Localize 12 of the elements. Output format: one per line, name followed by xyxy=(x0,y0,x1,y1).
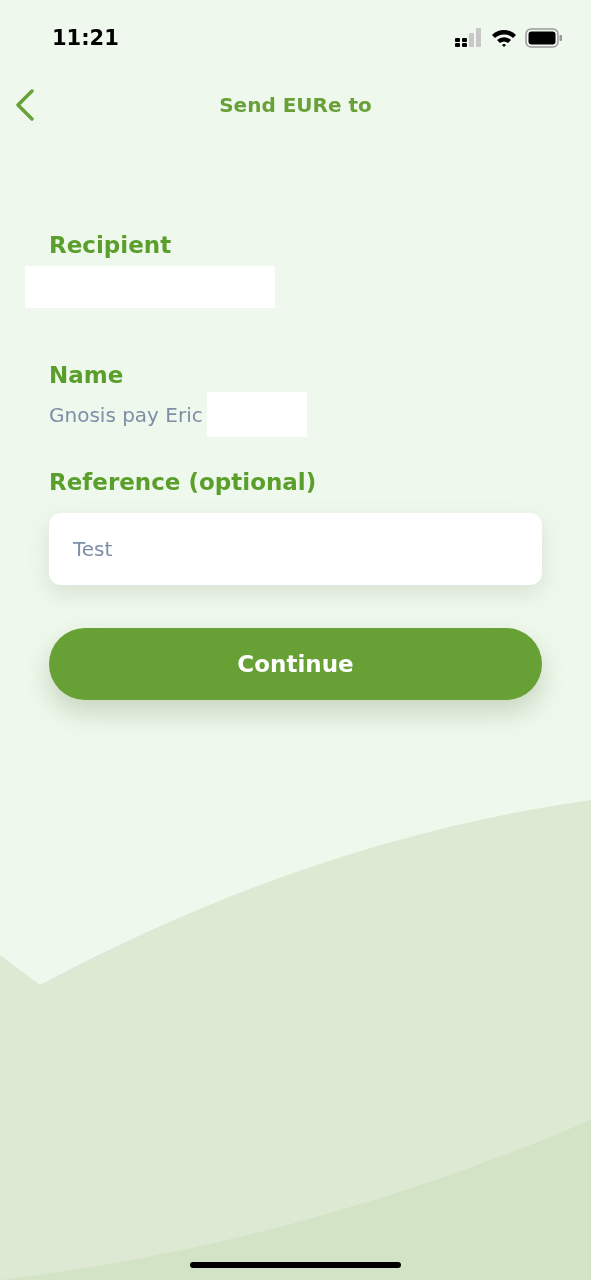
field-label: Reference (optional) xyxy=(49,468,318,497)
signal-icon xyxy=(455,28,483,48)
battery-icon xyxy=(525,28,563,48)
back-icon xyxy=(15,89,35,121)
field-label: Name xyxy=(49,361,125,390)
page-title: Send EURe to xyxy=(219,93,372,117)
continue-button[interactable]: Continue xyxy=(49,628,542,700)
wifi-icon xyxy=(491,28,517,48)
status-time: 11:21 xyxy=(52,26,119,50)
reference-input[interactable]: Test xyxy=(49,513,542,585)
field-label: Recipient xyxy=(49,231,173,260)
name-value: Gnosis pay Eric xyxy=(49,402,203,427)
